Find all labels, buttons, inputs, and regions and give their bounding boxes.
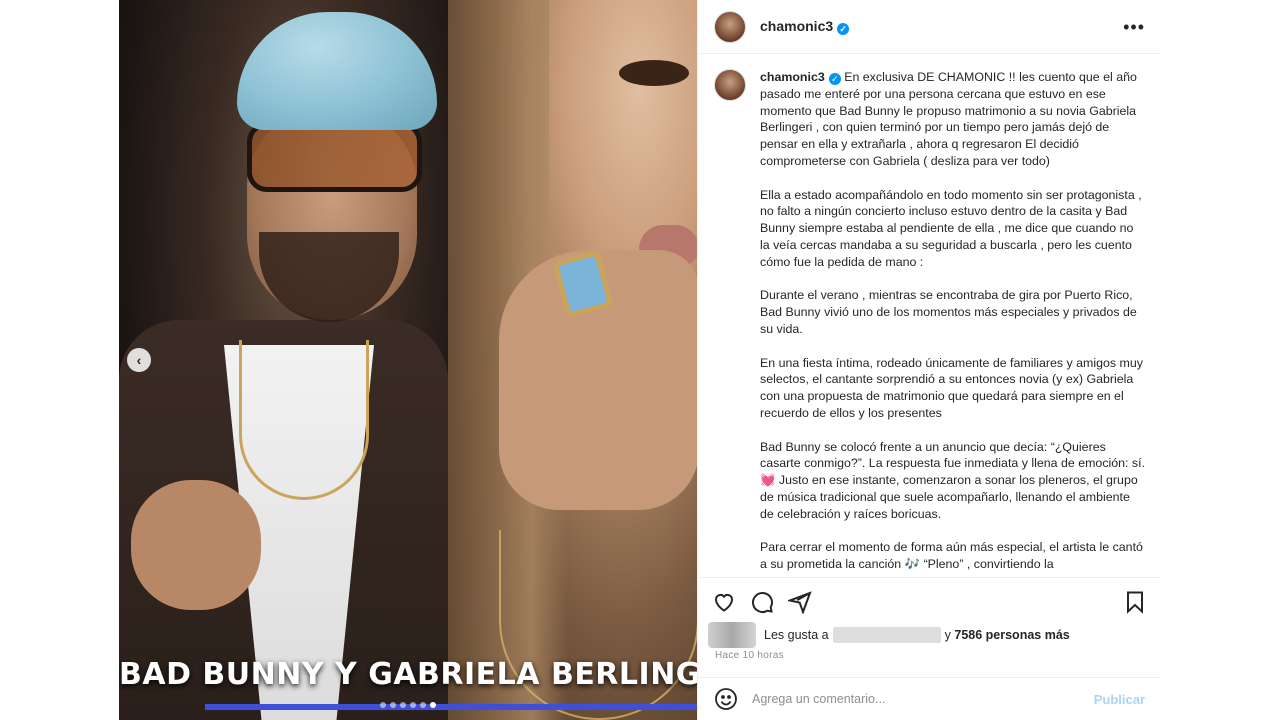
caption-paragraph: Bad Bunny se colocó frente a un anuncio … — [760, 439, 1146, 521]
caption-paragraph: En una fiesta íntima, rodeado únicamente… — [760, 355, 1143, 420]
verified-badge-icon: ✓ — [828, 73, 841, 85]
carousel-dots — [119, 702, 697, 708]
liker-avatar-blurred[interactable] — [708, 622, 756, 648]
carousel-dot[interactable] — [410, 702, 416, 708]
likes-summary: Les gusta a y 7586 personas más — [708, 622, 1070, 648]
comment-icon[interactable] — [750, 590, 774, 614]
author-username[interactable]: chamonic3 ✓ — [760, 18, 850, 35]
media-overlay-caption: BAD BUNNY Y GABRIELA BERLING — [119, 657, 697, 692]
caption-paragraph: Ella a estado acompañándolo en todo mome… — [760, 187, 1142, 269]
likes-prefix: Les gusta a — [764, 628, 829, 642]
post-header: chamonic3 ✓ ••• — [698, 0, 1161, 54]
emoji-icon[interactable] — [714, 687, 738, 711]
photo-hand-left-detail — [131, 480, 261, 610]
photo-chain-detail — [239, 340, 369, 500]
author-avatar[interactable] — [714, 10, 746, 43]
post-media-carousel[interactable]: BAD BUNNY Y GABRIELA BERLING ‹ — [119, 0, 697, 720]
post-caption: chamonic3 ✓ En exclusiva DE CHAMONIC !! l… — [760, 69, 1145, 577]
comment-input[interactable] — [752, 692, 1072, 706]
caption-paragraph: Para cerrar el momento de forma aún más … — [760, 540, 1143, 572]
instagram-post-modal: BAD BUNNY Y GABRIELA BERLING ‹ chamonic3… — [0, 0, 1280, 720]
photo-glasses-detail — [247, 122, 422, 192]
caption-text: En exclusiva DE CHAMONIC !! les cuento q… — [760, 70, 1137, 168]
caption-paragraph: Durante el verano , mientras se encontra… — [760, 288, 1137, 336]
add-comment-bar: Publicar — [698, 677, 1161, 720]
liker-name-blurred[interactable] — [832, 627, 941, 643]
verified-badge-icon: ✓ — [837, 23, 850, 35]
more-options-icon[interactable]: ••• — [1123, 18, 1145, 36]
carousel-dot[interactable] — [400, 702, 406, 708]
carousel-dot-active[interactable] — [430, 702, 436, 708]
post-timestamp[interactable]: Hace 10 horas — [715, 650, 784, 661]
chevron-left-icon[interactable]: ‹ — [127, 348, 151, 372]
caption-scroll-area[interactable]: chamonic3 ✓ En exclusiva DE CHAMONIC !! l… — [698, 55, 1161, 577]
caption-author-avatar[interactable] — [714, 69, 746, 101]
author-username-text[interactable]: chamonic3 — [760, 18, 833, 34]
likes-connector: y — [944, 628, 951, 642]
likes-count-link[interactable]: 7586 personas más — [954, 628, 1069, 642]
carousel-dot[interactable] — [380, 702, 386, 708]
publish-comment-button[interactable]: Publicar — [1094, 692, 1145, 707]
photo-eye-detail — [619, 60, 689, 86]
caption-username[interactable]: chamonic3 — [760, 70, 825, 84]
bookmark-icon[interactable] — [1123, 590, 1147, 614]
heart-icon[interactable] — [712, 590, 736, 614]
post-side-panel: chamonic3 ✓ ••• chamonic3 ✓ En exclusiva D… — [697, 0, 1161, 720]
carousel-dot[interactable] — [420, 702, 426, 708]
post-actions — [698, 577, 1161, 625]
caption-paragraph: chamonic3 ✓ En exclusiva DE CHAMONIC !! l… — [760, 69, 1145, 170]
carousel-dot[interactable] — [390, 702, 396, 708]
share-icon[interactable] — [788, 590, 812, 614]
